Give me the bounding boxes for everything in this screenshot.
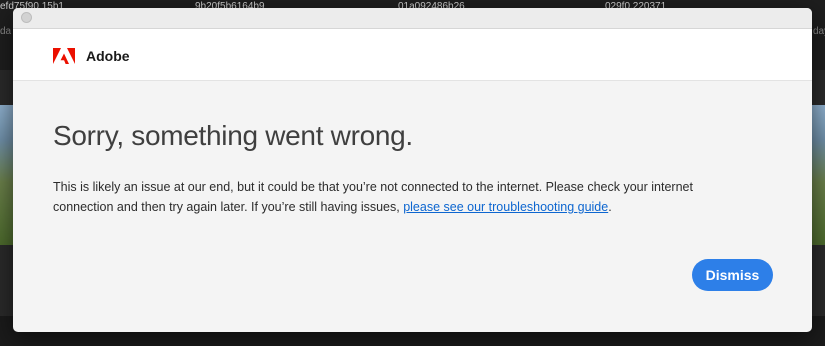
background-thumbnail — [811, 105, 825, 245]
error-message: This is likely an issue at our end, but … — [53, 177, 753, 217]
adobe-logo-icon — [53, 48, 75, 64]
error-heading: Sorry, something went wrong. — [53, 120, 413, 151]
background-thumbnail — [0, 105, 14, 245]
error-dialog: Adobe Sorry, something went wrong. This … — [13, 8, 812, 332]
troubleshooting-link[interactable]: please see our troubleshooting guide — [403, 200, 608, 214]
dismiss-button[interactable]: Dismiss — [692, 259, 773, 291]
window-close-icon[interactable] — [21, 12, 32, 23]
brand-name: Adobe — [86, 48, 130, 64]
background-sublabel: day — [813, 26, 825, 37]
dialog-header: Adobe — [13, 29, 812, 81]
dialog-titlebar — [13, 8, 812, 29]
background-sublabel: da — [0, 26, 12, 37]
error-message-end: . — [608, 200, 612, 214]
